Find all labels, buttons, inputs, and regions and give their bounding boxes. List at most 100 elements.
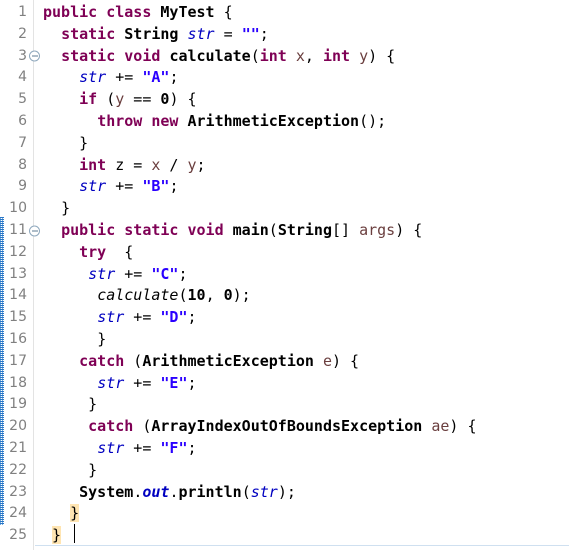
line-number-label: 11 [9,221,27,238]
code-line[interactable]: str += "D"; [43,307,569,329]
code-line[interactable]: catch (ArrayIndexOutOfBoundsException ae… [43,416,569,438]
code-line[interactable]: str += "B"; [43,176,569,198]
line-number[interactable]: 23 [0,482,33,504]
code-line[interactable]: catch (ArithmeticException e) { [43,351,569,373]
code-token: } [61,199,71,218]
line-number[interactable]: 11 [0,220,40,242]
code-token: } [70,504,80,523]
code-line[interactable]: str += "E"; [43,373,569,395]
code-token: out [142,482,170,501]
code-line[interactable]: throw new ArithmeticException(); [43,111,569,133]
code-line[interactable]: } [43,503,569,525]
code-line[interactable]: int z = x / y; [43,155,569,177]
code-token: public [43,3,98,21]
code-line[interactable]: System.out.println(str); [43,482,569,504]
line-number[interactable]: 20 [0,416,33,438]
code-line[interactable]: } [43,394,569,416]
code-token: "A" [142,68,170,87]
code-line[interactable]: } [43,329,569,351]
line-number[interactable]: 21 [0,438,33,460]
line-number[interactable]: 10 [0,198,33,220]
line-number[interactable]: 5 [0,89,33,111]
code-editor[interactable]: 1 2 3 4 5 6 7 8 9 10 11 12 13 14 15 16 17 18 19 20 21 22 23 24 2… [0,0,569,550]
line-number-label: 12 [9,243,27,260]
code-line[interactable]: str += "A"; [43,67,569,89]
fold-collapse-icon[interactable] [29,50,40,62]
line-number-label: 20 [9,418,27,435]
line-number[interactable]: 18 [0,373,33,395]
code-line[interactable]: } [43,133,569,155]
line-number[interactable]: 1 [0,2,33,24]
code-token: ; [196,155,206,174]
line-number[interactable]: 7 [0,133,33,155]
line-number-label: 14 [9,287,27,304]
code-token: "" [241,24,260,43]
line-number[interactable]: 14 [0,285,33,307]
code-line[interactable]: if (y == 0) { [43,89,569,111]
code-token: x [295,46,305,65]
code-line[interactable]: } [43,460,569,482]
fold-collapse-icon[interactable] [29,225,40,237]
code-token: } [97,329,107,348]
line-number[interactable]: 24 [0,503,33,525]
code-token: MyTest [160,3,215,21]
code-token: str [88,264,116,283]
code-line[interactable]: static String str = ""; [43,24,569,46]
code-token: } [88,460,98,479]
code-token: ArithmeticException [142,351,314,370]
code-token: public [61,220,116,239]
code-token: 10 [187,286,206,305]
code-token: try [79,242,107,261]
code-token: ; [187,438,197,457]
line-number[interactable]: 25 [0,525,33,547]
code-line[interactable]: try { [43,242,569,264]
line-number[interactable]: 19 [0,394,33,416]
code-line[interactable]: public class MyTest { [43,2,569,24]
line-number[interactable]: 17 [0,351,33,373]
code-token: main [232,220,269,239]
code-line[interactable]: str += "C"; [43,264,569,286]
line-number[interactable]: 8 [0,155,33,177]
code-token: ) { [449,417,477,436]
code-token: System [79,482,134,501]
code-token: , [304,46,323,65]
line-number-gutter[interactable]: 1 2 3 4 5 6 7 8 9 10 11 12 13 14 15 16 17 18 19 20 21 22 23 24 2… [0,0,40,550]
line-number[interactable]: 2 [0,24,33,46]
code-line[interactable]: } [43,525,569,547]
line-number-label: 25 [9,527,27,544]
code-token: . [133,482,143,501]
line-number[interactable]: 22 [0,460,33,482]
code-token: = [214,24,242,43]
code-line[interactable]: calculate(10, 0); [43,285,569,307]
code-token: throw [97,111,143,130]
line-number[interactable]: 13 [0,264,33,286]
code-token: 0 [223,286,233,305]
code-token: String [277,220,332,239]
line-number[interactable]: 9 [0,176,33,198]
code-line[interactable]: str += "F"; [43,438,569,460]
code-token: catch [79,351,125,370]
code-token: "D" [160,308,188,327]
code-line[interactable]: static void calculate(int x, int y) { [43,46,569,68]
line-number[interactable]: 16 [0,329,33,351]
line-number[interactable]: 4 [0,67,33,89]
code-token: y [115,90,125,109]
line-number[interactable]: 12 [0,242,33,264]
line-number[interactable]: 3 [0,46,40,68]
code-token: "E" [160,373,188,392]
code-text-area[interactable]: public class MyTest { static String str … [34,0,569,550]
line-number[interactable]: 6 [0,111,33,133]
code-line[interactable]: public static void main(String[] args) { [43,220,569,242]
line-number-label: 15 [9,309,27,326]
current-line-indicator [35,545,569,546]
code-token: static [61,46,116,65]
line-number-label: 21 [9,439,27,456]
code-token: static [124,220,179,239]
code-line[interactable]: } [43,198,569,220]
line-number[interactable]: 15 [0,307,33,329]
